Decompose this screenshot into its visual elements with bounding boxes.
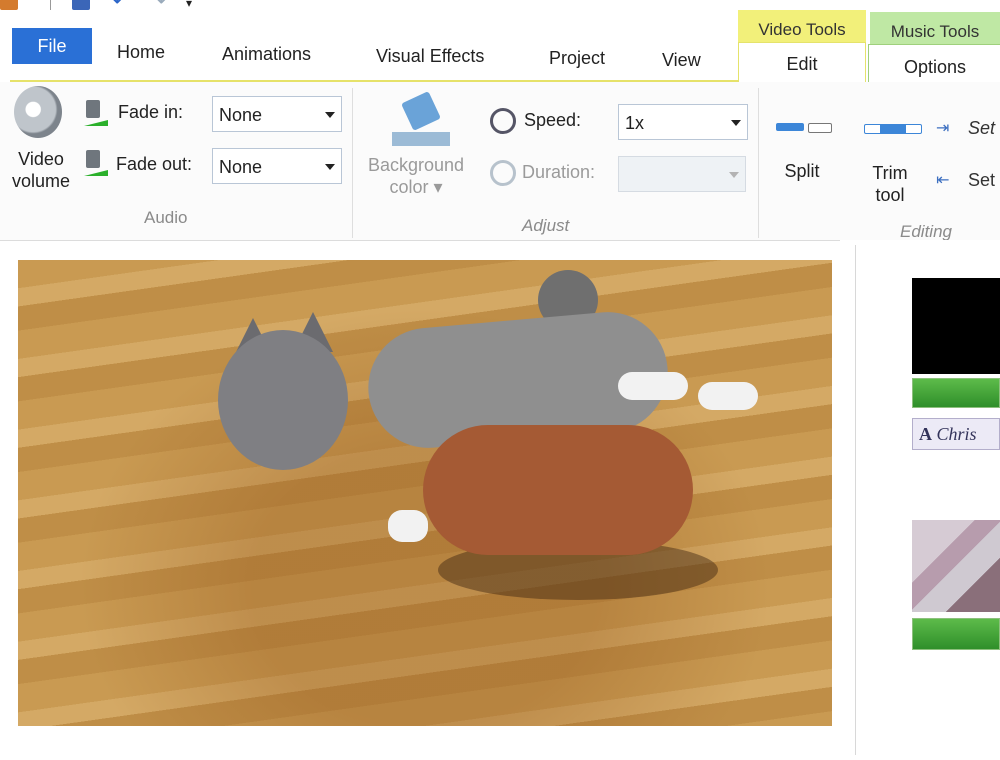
trim-tool-label-line2: tool (875, 185, 905, 205)
tab-visual-effects[interactable]: Visual Effects (376, 46, 484, 67)
chevron-down-icon (731, 120, 741, 126)
customize-toolbar-icon[interactable]: ▾ (186, 0, 196, 12)
tab-home[interactable]: Home (117, 42, 165, 63)
storyboard-caption-item[interactable]: A Chris (912, 418, 1000, 450)
preview-cat-paw (698, 382, 758, 410)
speed-dropdown[interactable]: 1x (618, 104, 748, 140)
tab-options[interactable]: Options (868, 44, 1000, 85)
storyboard-audio-track[interactable] (912, 618, 1000, 650)
fade-in-value: None (219, 105, 263, 125)
duration-dropdown[interactable] (618, 156, 746, 192)
speed-icon (490, 108, 516, 134)
tab-file[interactable]: File (12, 28, 92, 64)
fade-out-value: None (219, 157, 263, 177)
storyboard-clip-thumbnail[interactable] (912, 520, 1000, 612)
fade-out-icon (84, 150, 108, 176)
video-volume-button[interactable] (14, 82, 66, 142)
preview-cat-head (218, 330, 348, 470)
background-color-label-line2: color ▾ (389, 177, 443, 197)
set-start-point-button[interactable]: Set (968, 118, 995, 139)
set-end-point-icon: ⇤ (936, 172, 950, 189)
trim-tool-icon[interactable] (864, 122, 922, 134)
ribbon-tab-row: File Home Animations Visual Effects Proj… (0, 10, 1000, 85)
video-volume-label: Video volume (6, 148, 76, 192)
split-button[interactable]: Split (772, 160, 832, 182)
redo-icon[interactable]: ↷ (148, 0, 168, 12)
toolbar-separator (50, 0, 51, 10)
editing-group-label: Editing (900, 222, 952, 241)
speed-value: 1x (625, 113, 645, 133)
group-divider (352, 88, 353, 238)
fade-in-label: Fade in: (118, 102, 184, 122)
tab-project[interactable]: Project (549, 48, 605, 69)
set-start-point-icon: ⇥ (936, 120, 950, 137)
context-tab-video-tools: Video Tools (738, 10, 866, 42)
chevron-down-icon (729, 172, 739, 178)
trim-tool-button[interactable]: Trim tool (860, 162, 920, 206)
video-volume-label-line2: volume (11, 171, 71, 191)
tab-edit[interactable]: Edit (738, 42, 866, 85)
speaker-icon (14, 86, 62, 138)
duration-icon (490, 160, 516, 186)
trim-tool-label-line1: Trim (872, 163, 908, 183)
caption-icon: A (919, 424, 932, 444)
tab-view[interactable]: View (662, 50, 701, 71)
storyboard-caption-text: Chris (936, 424, 977, 444)
duration-label: Duration: (522, 162, 596, 182)
set-end-point-button[interactable]: Set (968, 170, 995, 191)
context-tab-music-tools: Music Tools (870, 12, 1000, 44)
storyboard-audio-track[interactable] (912, 378, 1000, 408)
storyboard-divider[interactable] (855, 245, 856, 755)
undo-icon[interactable]: ↶ (112, 0, 132, 12)
video-preview[interactable] (18, 260, 832, 726)
split-icon[interactable] (776, 120, 832, 134)
fade-out-dropdown[interactable]: None (212, 148, 342, 184)
video-volume-label-line1: Video (18, 149, 64, 169)
speed-label: Speed: (524, 110, 582, 130)
fade-in-dropdown[interactable]: None (212, 96, 342, 132)
audio-group-label: Audio (144, 208, 188, 227)
ribbon-panel: Video volume Fade in: None Fade out: Non… (0, 82, 1000, 241)
adjust-group-label: Adjust (522, 216, 570, 235)
background-color-label-line1: Background (367, 155, 465, 175)
background-color-button-label[interactable]: Background color ▾ (360, 154, 472, 198)
chevron-down-icon (325, 112, 335, 118)
chevron-down-icon (325, 164, 335, 170)
save-icon[interactable] (72, 0, 90, 10)
tab-animations[interactable]: Animations (222, 44, 311, 65)
preview-cat-paw (388, 510, 428, 542)
fade-out-label: Fade out: (116, 154, 193, 174)
background-color-icon[interactable] (392, 90, 452, 148)
preview-cat-paw (618, 372, 688, 400)
storyboard-clip-thumbnail[interactable] (912, 278, 1000, 374)
group-divider (758, 88, 759, 238)
movie-maker-app-icon[interactable] (0, 0, 18, 10)
fade-in-icon (84, 100, 108, 126)
preview-piglet (423, 425, 693, 555)
